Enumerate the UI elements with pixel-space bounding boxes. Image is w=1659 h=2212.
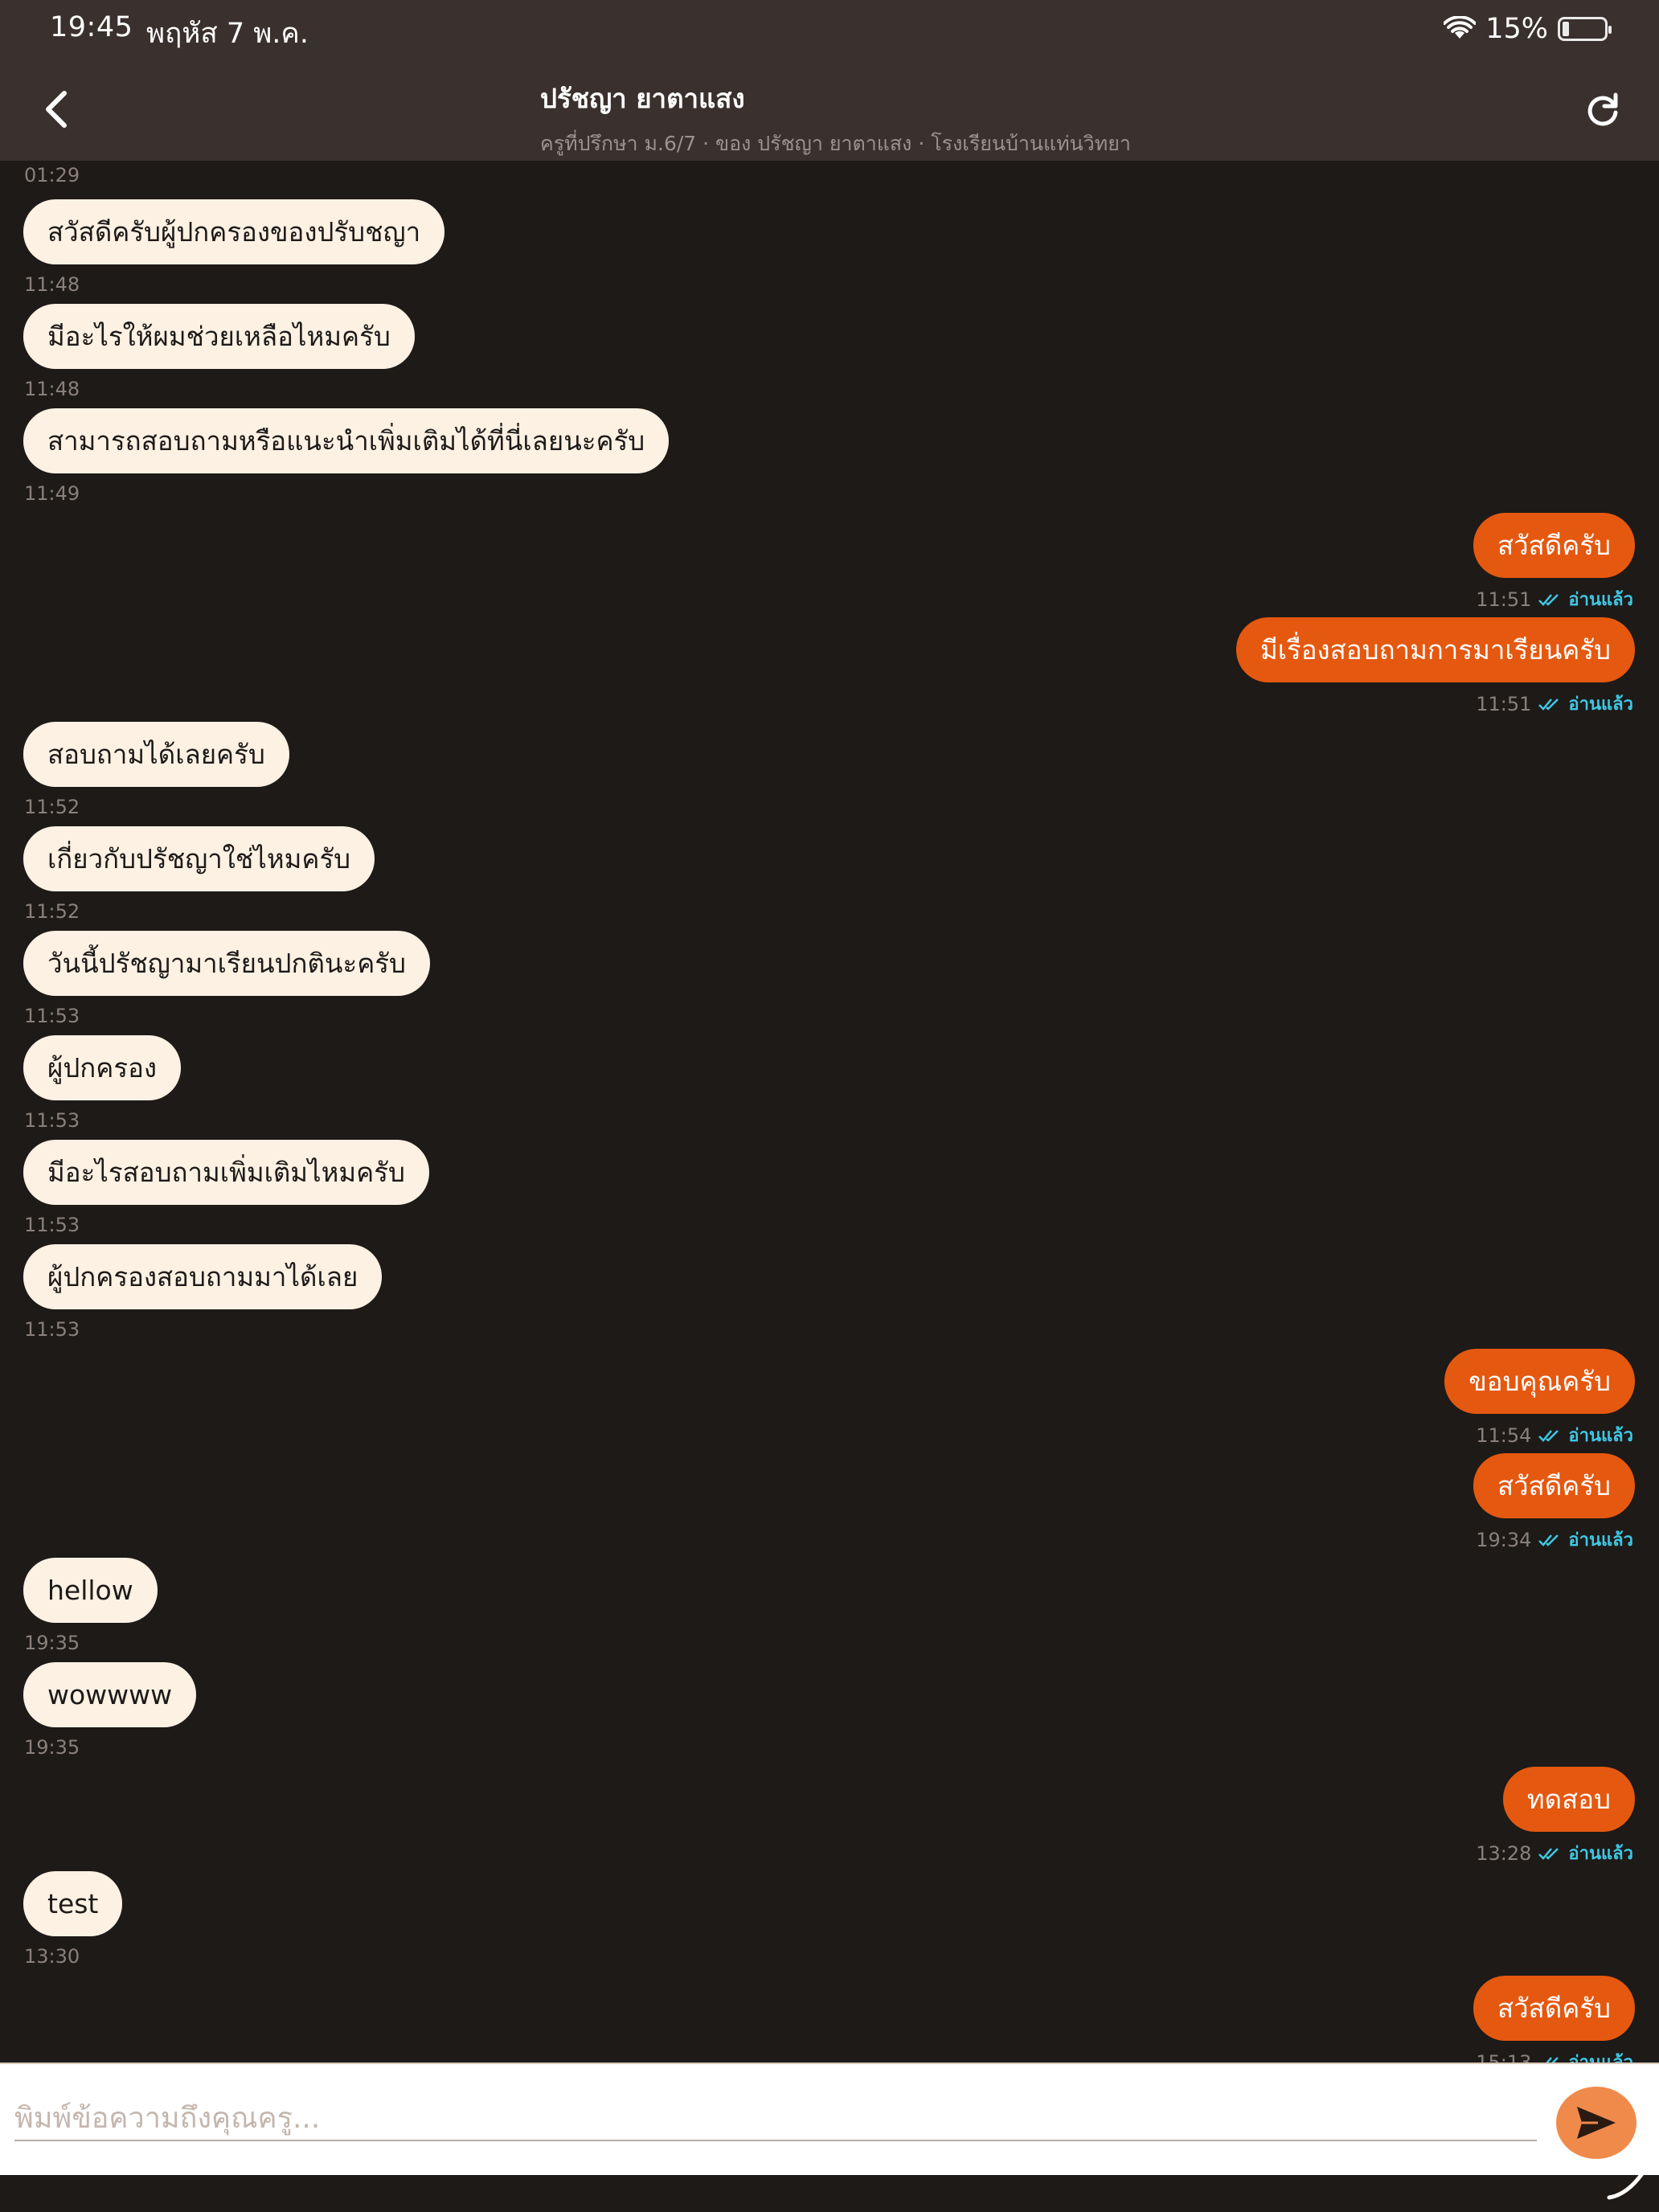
incoming-message: สอบถามได้เลยครับ 11:52 [0,722,1659,822]
chat-title: ปรัชญา ยาตาแสง [540,83,745,114]
double-check-icon [1539,2056,1559,2062]
message-time: 19:35 [24,1632,80,1654]
incoming-message: มีอะไรให้ผมช่วยเหลือไหมครับ 11:48 [0,304,1659,404]
message-meta: 15:13 อ่านแล้ว [1476,2048,1633,2062]
message-input[interactable] [14,2096,1537,2141]
refresh-button[interactable] [1580,87,1625,132]
outgoing-message: สวัสดีครับ 19:34 อ่านแล้ว [0,1453,1659,1554]
message-bubble[interactable]: ขอบคุณครับ [1444,1349,1635,1414]
bottom-area [0,2175,1659,2212]
message-time: 11:49 [24,482,80,505]
message-bubble[interactable]: ทดสอบ [1502,1767,1635,1832]
refresh-icon [1587,92,1618,126]
message-meta: 13:28 อ่านแล้ว [1476,1839,1633,1867]
incoming-message: สามารถสอบถามหรือแนะนำเพิ่มเติมได้ที่นี่เ… [0,408,1659,509]
double-check-icon [1538,1429,1559,1442]
message-bubble[interactable]: สามารถสอบถามหรือแนะนำเพิ่มเติมได้ที่นี่เ… [23,408,670,473]
battery-percentage: 15% [1485,13,1548,45]
incoming-message: ผู้ปกครอง 11:53 [0,1035,1659,1136]
message-time: 13:30 [24,1945,80,1968]
double-check-icon [1538,1847,1559,1860]
outgoing-message: สวัสดีครับ 11:51 อ่านแล้ว [0,513,1659,613]
double-check-icon [1538,593,1559,606]
status-indicators: 15% [1444,11,1612,47]
message-time: 11:53 [24,1109,80,1132]
message-list[interactable]: 01:29 สวัสดีครับผู้ปกครองของปรับชญา 11:48… [0,161,1659,2062]
message-bubble[interactable]: wowwww [23,1662,197,1727]
read-status: อ่านแล้ว [1568,590,1633,610]
message-bubble[interactable]: สอบถามได้เลยครับ [23,722,289,787]
home-indicator-icon [1607,2168,1647,2200]
message-bubble[interactable]: ผู้ปกครองสอบถามมาได้เลย [23,1244,383,1309]
incoming-message: wowwww 19:35 [0,1662,1659,1763]
incoming-message: เกี่ยวกับปรัชญาใช่ไหมครับ 11:52 [0,826,1659,927]
message-time: 19:35 [24,1736,80,1759]
battery-icon [1558,17,1612,41]
outgoing-message: มีเรื่องสอบถามการมาเรียนครับ 11:51 อ่านแล้… [0,617,1659,718]
message-bubble[interactable]: สวัสดีครับ [1473,513,1635,578]
message-time: 11:52 [24,900,80,923]
message-meta: 11:51 อ่านแล้ว [1476,690,1633,718]
app-header: 19:45 พฤหัส 7 พ.ค. 15% ปรัชญา ยาตาแสง คร… [0,0,1659,161]
back-button[interactable] [37,87,76,132]
message-time: 11:52 [24,796,80,818]
read-status: อ่านแล้ว [1568,2048,1633,2062]
incoming-message: test 13:30 [0,1871,1659,1972]
outgoing-message: ทดสอบ 13:28 อ่านแล้ว [0,1767,1659,1867]
message-time: 19:34 [1476,1528,1532,1551]
message-bubble[interactable]: มีอะไรสอบถามเพิ่มเติมไหมครับ [23,1140,429,1205]
message-time: 11:53 [24,1214,80,1236]
incoming-message: สวัสดีครับผู้ปกครองของปรับชญา 11:48 [0,199,1659,300]
message-time: 15:13 [1476,2050,1532,2063]
message-composer [0,2062,1659,2175]
read-status: อ่านแล้ว [1568,1844,1633,1864]
message-meta: 19:34 อ่านแล้ว [1476,1526,1633,1554]
read-status: อ่านแล้ว [1568,694,1633,715]
outgoing-message: ขอบคุณครับ 11:54 อ่านแล้ว [0,1349,1659,1449]
message-bubble[interactable]: test [23,1871,123,1936]
message-time: 11:51 [1476,692,1532,715]
chevron-left-icon [46,91,67,128]
message-bubble[interactable]: สวัสดีครับ [1473,1976,1635,2041]
message-bubble[interactable]: มีอะไรให้ผมช่วยเหลือไหมครับ [23,304,415,369]
message-bubble[interactable]: hellow [23,1558,158,1623]
message-bubble[interactable]: สวัสดีครับ [1473,1453,1635,1518]
message-bubble[interactable]: มีเรื่องสอบถามการมาเรียนครับ [1235,617,1635,682]
message-time: 11:53 [24,1318,80,1341]
message-time: 11:54 [1476,1423,1532,1447]
message-bubble[interactable]: วันนี้ปรัชญามาเรียนปกตินะครับ [23,931,430,996]
message-time: 11:48 [24,378,80,400]
incoming-message: วันนี้ปรัชญามาเรียนปกตินะครับ 11:53 [0,931,1659,1031]
incoming-message: ผู้ปกครองสอบถามมาได้เลย 11:53 [0,1244,1659,1345]
chat-subtitle: ครูที่ปรึกษา ม.6/7 · ของ ปรัชญา ยาตาแสง … [540,132,1131,155]
status-date: พฤหัส 7 พ.ค. [146,18,309,50]
message-time: 01:29 [24,164,80,186]
message-time: 11:51 [1476,588,1532,611]
status-time: 19:45 [50,11,133,43]
double-check-icon [1538,1534,1559,1546]
chat-title-block: ปรัชญา ยาตาแสง ครูที่ปรึกษา ม.6/7 · ของ … [540,77,1131,160]
message-time: 13:28 [1476,1841,1532,1865]
message-meta: 11:51 อ่านแล้ว [1476,585,1633,613]
read-status: อ่านแล้ว [1568,1426,1633,1446]
message-bubble[interactable]: เกี่ยวกับปรัชญาใช่ไหมครับ [23,826,375,891]
double-check-icon [1538,698,1559,711]
message-meta: 11:54 อ่านแล้ว [1476,1421,1633,1449]
incoming-message: มีอะไรสอบถามเพิ่มเติมไหมครับ 11:53 [0,1140,1659,1240]
outgoing-message: สวัสดีครับ 15:13 อ่านแล้ว [0,1976,1659,2062]
message-time: 11:48 [24,273,80,296]
incoming-message: hellow 19:35 [0,1558,1659,1658]
send-icon [1577,2107,1616,2139]
message-bubble[interactable]: สวัสดีครับผู้ปกครองของปรับชญา [23,199,445,264]
wifi-icon [1444,16,1477,39]
message-bubble[interactable]: ผู้ปกครอง [23,1035,181,1100]
read-status: อ่านแล้ว [1568,1530,1633,1550]
message-time: 11:53 [24,1005,80,1027]
